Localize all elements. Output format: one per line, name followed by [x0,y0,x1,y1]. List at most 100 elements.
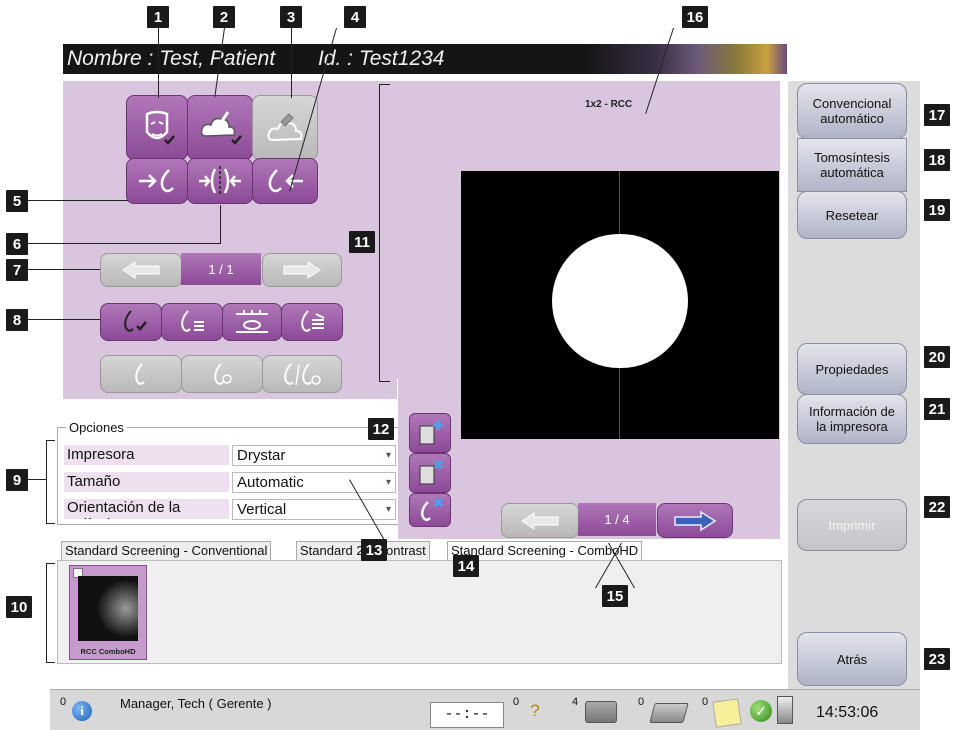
preview-title: 1x2 - RCC [585,99,633,110]
printer-icon[interactable] [649,703,689,723]
face-icon-button[interactable] [126,95,188,160]
images-icon[interactable] [585,701,617,723]
print-queue-count: 0 [638,696,645,708]
tab-standard-conventional[interactable]: Standard Screening - Conventional [61,541,272,561]
film-add-icon [419,420,443,445]
arrow-breast-right-icon [139,169,174,193]
filter-list-button[interactable] [161,303,223,341]
callout-2: 2 [213,6,235,28]
film-page-indicator: 1 / 4 [578,503,656,536]
tomosynthesis-auto-label: Tomosíntesis automática [814,150,890,180]
printer-info-button[interactable]: Información de la impresora [797,394,907,444]
size-select[interactable]: Automatic ▾ [232,472,396,493]
printer-select[interactable]: Drystar ▾ [232,445,396,466]
disabled-filter-2-button[interactable] [181,355,263,393]
film-prev-button[interactable] [501,503,579,538]
size-label: Tamaño [64,472,229,492]
size-value: Automatic [237,474,304,491]
callout-13: 13 [361,539,387,561]
size-row: Tamaño Automatic ▾ [64,472,396,494]
reset-button[interactable]: Resetear [797,191,907,239]
timer-display: --:-- [430,702,504,728]
leader-bracket [46,563,55,663]
film-next-button[interactable] [657,503,733,538]
printer-label: Impresora [64,445,229,465]
breast-compare-icon [284,363,321,386]
orientation-label: Orientación de la película [64,499,229,519]
view-page-indicator: 1 / 1 [181,253,261,285]
header-decoration [587,44,787,74]
filter-compression-button[interactable] [222,303,282,341]
arrow-right-icon [283,261,321,279]
tomosynthesis-auto-button[interactable]: Tomosíntesis automática [797,138,907,192]
notes-icon[interactable] [712,698,742,728]
status-bar: 0 i Manager, Tech ( Gerente ) --:-- 0 ? … [50,689,920,730]
flip-to-right-button[interactable] [126,158,188,204]
print-button[interactable]: Imprimir [797,499,907,551]
callout-23: 23 [924,648,950,670]
callout-10: 10 [6,596,32,618]
disabled-filter-3-button[interactable] [262,355,342,393]
breast-stack-icon [301,310,325,332]
view-next-button[interactable] [262,253,342,287]
filter-all-button[interactable] [100,303,162,341]
callout-21: 21 [924,398,950,420]
edit-image-button[interactable] [187,95,253,160]
callout-7: 7 [6,259,28,281]
patient-name-label: Nombre : Test, Patient [67,47,276,70]
callout-16: 16 [682,6,708,28]
arrow-breast-left-icon [268,169,303,193]
timer-text: --:-- [444,706,490,723]
conventional-auto-label: Convencional automático [812,96,892,126]
device-icon[interactable] [777,696,793,724]
callout-9: 9 [6,469,28,491]
properties-button[interactable]: Propiedades [797,343,907,395]
delete-image-button[interactable] [409,493,451,527]
back-label: Atrás [836,651,868,667]
add-film-button[interactable] [409,413,451,453]
printer-info-label: Información de la impresora [809,404,895,434]
chevron-down-icon: ▾ [385,450,391,461]
leader-line [28,479,46,480]
leader-bracket [46,440,55,524]
thumbnail-area [57,560,782,664]
notes-count: 0 [702,696,709,708]
flip-to-left-button[interactable] [252,158,318,204]
delete-film-button[interactable] [409,453,451,493]
callout-4: 4 [344,6,366,28]
info-count: 0 [60,696,67,708]
film-page-text: 1 / 4 [604,512,630,527]
callout-8: 8 [6,309,28,331]
view-prev-button[interactable] [100,253,182,287]
leader-line [28,243,221,244]
back-button[interactable]: Atrás [797,632,907,686]
image-thumbnail[interactable]: RCC ComboHD [69,565,147,660]
system-ok-icon[interactable]: ✓ [750,700,772,722]
options-title: Opciones [66,420,127,435]
callout-6: 6 [6,233,28,255]
callout-15: 15 [602,585,628,607]
filter-stack-button[interactable] [281,303,343,341]
leader-line [28,200,128,201]
leader-bracket [379,84,390,382]
help-count: 0 [513,696,520,708]
disabled-filter-1-button[interactable] [100,355,182,393]
patient-id-label: Id. : Test1234 [318,47,445,70]
images-count: 4 [572,696,579,708]
cloud-stamp-icon [267,112,303,141]
help-icon[interactable]: ? [524,700,546,722]
callout-11: 11 [349,231,375,253]
leader-line [28,319,100,320]
info-icon[interactable]: i [72,701,92,721]
conventional-auto-button[interactable]: Convencional automático [797,83,907,139]
breast-image-left [552,234,620,368]
patient-header: Nombre : Test, Patient Id. : Test1234 [63,44,787,74]
callout-18: 18 [924,149,950,171]
callout-5: 5 [6,190,28,212]
mirror-button[interactable] [187,158,253,204]
leader-line [220,205,221,244]
callout-17: 17 [924,104,950,126]
breast-delete-icon [420,497,444,521]
callout-14: 14 [453,555,479,577]
breast-list-icon [181,310,204,332]
